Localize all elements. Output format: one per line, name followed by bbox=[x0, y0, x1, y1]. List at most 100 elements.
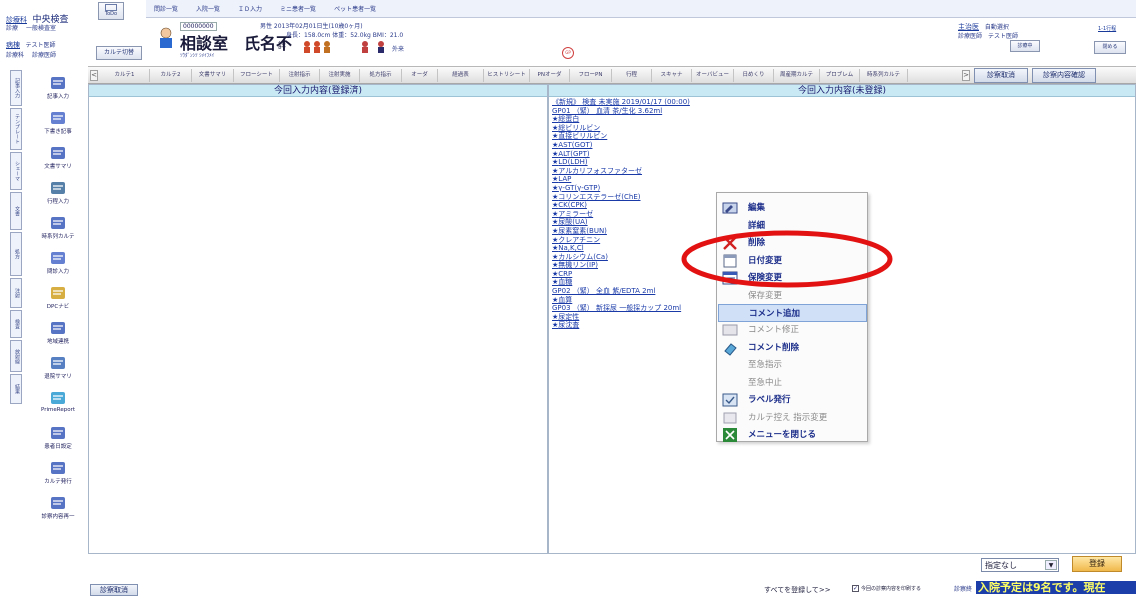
tab-2[interactable]: 文書サマリ bbox=[192, 69, 234, 82]
sidebar-item-12[interactable]: 診察内容再一 bbox=[32, 492, 84, 526]
tab-7[interactable]: オーダ bbox=[402, 69, 438, 82]
chevron-down-icon[interactable]: ▼ bbox=[1045, 560, 1057, 570]
sidebar-item-7[interactable]: 地域連携 bbox=[32, 317, 84, 351]
tab-0[interactable]: カルテ1 bbox=[100, 69, 150, 82]
top-menu-link[interactable]: ＩＤ入力 bbox=[238, 4, 262, 13]
sidebar-vtab-5[interactable]: 注射 bbox=[10, 278, 22, 308]
pencil-icon bbox=[48, 74, 68, 92]
order-item[interactable]: 尿酸(UA) bbox=[552, 218, 727, 227]
context-menu-item-11[interactable]: ラベル発行 bbox=[718, 391, 867, 409]
context-menu-item-0[interactable]: 編集 bbox=[718, 199, 867, 217]
order-item[interactable]: コリンエステラーゼ(ChE) bbox=[552, 193, 727, 202]
order-item[interactable]: γ-GT(γ-GTP) bbox=[552, 184, 727, 193]
sidebar-item-3[interactable]: 行程入力 bbox=[32, 177, 84, 211]
tab-18[interactable]: 時系列カルテ bbox=[860, 69, 908, 82]
order-group-header[interactable]: GP03 （緊） 新採尿 一般採カップ 20ml bbox=[552, 304, 727, 313]
tab-scroll-right-icon[interactable]: > bbox=[962, 70, 970, 81]
tab-5[interactable]: 注射実施 bbox=[320, 69, 360, 82]
sidebar-item-9[interactable]: PrimeReport bbox=[32, 387, 84, 421]
order-item[interactable]: アルカリフォスファターゼ bbox=[552, 167, 727, 176]
sidebar-item-10[interactable]: 患者日設定 bbox=[32, 422, 84, 456]
todo-button[interactable]: ToDo bbox=[98, 2, 124, 20]
draft-icon bbox=[48, 109, 68, 127]
tab-15[interactable]: 日めくり bbox=[734, 69, 774, 82]
register-button[interactable]: 登録 bbox=[1072, 556, 1122, 572]
print-icon bbox=[48, 459, 68, 477]
top-menu-link[interactable]: ペット患者一覧 bbox=[334, 4, 376, 13]
order-item[interactable]: ALT(GPT) bbox=[552, 150, 727, 159]
tab-13[interactable]: スキャナ bbox=[652, 69, 692, 82]
ward-label[interactable]: 病棟 bbox=[6, 41, 20, 49]
dept-sub2: 一般検査室 bbox=[25, 25, 56, 32]
sidebar-vtab-6[interactable]: 検査 bbox=[10, 310, 22, 338]
print-checkbox[interactable]: ✓ bbox=[852, 585, 859, 592]
designation-select[interactable]: 指定なし ▼ bbox=[981, 558, 1059, 572]
sidebar-item-8[interactable]: 退院サマリ bbox=[32, 352, 84, 386]
karte-switch-button[interactable]: カルテ切替 bbox=[96, 46, 142, 60]
tab-scroll-left-icon[interactable]: < bbox=[90, 70, 98, 81]
tab-16[interactable]: 周産期カルテ bbox=[774, 69, 820, 82]
order-item[interactable]: LD(LDH) bbox=[552, 158, 727, 167]
tab-14[interactable]: オーバビュー bbox=[692, 69, 734, 82]
todo-label: ToDo bbox=[104, 11, 118, 17]
tab-11[interactable]: フローPN bbox=[570, 69, 612, 82]
patient-info-line2: 身長：158.0cm 体重：52.0kg BMI：21.0 bbox=[286, 32, 404, 39]
attending-label[interactable]: 主治医 bbox=[958, 23, 979, 31]
mail-icon bbox=[105, 4, 117, 11]
sidebar-item-11[interactable]: カルテ発行 bbox=[32, 457, 84, 491]
cancel-consult-button[interactable]: 診察取消 bbox=[90, 584, 138, 596]
sidebar-vtab-7[interactable]: 放射線 bbox=[10, 340, 22, 372]
sidebar-item-2[interactable]: 文書サマリ bbox=[32, 142, 84, 176]
tab-10[interactable]: PNオーダ bbox=[530, 69, 570, 82]
sidebar-vtab-1[interactable]: テンプレート bbox=[10, 108, 22, 150]
context-menu-item-label: 至急中止 bbox=[748, 377, 783, 388]
sidebar-vtab-4[interactable]: 処方 bbox=[10, 232, 22, 276]
top-menu-link[interactable]: 問診一覧 bbox=[154, 4, 178, 13]
tab-8[interactable]: 経過表 bbox=[438, 69, 484, 82]
context-menu-item-label: メニューを閉じる bbox=[748, 430, 817, 441]
status-icons: 外来 bbox=[360, 40, 404, 54]
order-item[interactable]: LAP bbox=[552, 175, 727, 184]
route-link[interactable]: 1-1行程 bbox=[1098, 25, 1116, 32]
top-menu-link[interactable]: 入院一覧 bbox=[196, 4, 220, 13]
order-item[interactable]: CK(CPK) bbox=[552, 201, 727, 210]
order-item[interactable]: 直接ビリルビン bbox=[552, 132, 727, 141]
print-option[interactable]: ✓ 今回の診察内容を印刷する bbox=[852, 585, 921, 592]
dpc-icon bbox=[48, 284, 68, 302]
order-group-header[interactable]: 《新規》 検査 未実施 2019/01/17 (00:00) bbox=[552, 98, 727, 107]
cancel-consult-tab-button[interactable]: 診察取消 bbox=[974, 68, 1028, 83]
context-menu-item-13[interactable]: メニューを閉じる bbox=[718, 426, 867, 444]
tab-12[interactable]: 行程 bbox=[612, 69, 652, 82]
sidebar-vtab-8[interactable]: 結果 bbox=[10, 374, 22, 404]
sidebar-vtab-0[interactable]: 記事入力 bbox=[10, 70, 22, 106]
order-group-header[interactable]: GP01 （緊） 血清 茶/生化 3.62ml bbox=[552, 107, 727, 116]
sidebar-item-5[interactable]: 問診入力 bbox=[32, 247, 84, 281]
gp-badge-icon[interactable]: GP bbox=[562, 47, 574, 59]
close-patient-button[interactable]: 閉める bbox=[1094, 41, 1126, 54]
tab-6[interactable]: 処方指示 bbox=[360, 69, 402, 82]
tab-3[interactable]: フローシート bbox=[234, 69, 280, 82]
tab-17[interactable]: プロブレム bbox=[820, 69, 860, 82]
in-progress-button[interactable]: 診療中 bbox=[1010, 40, 1040, 52]
sidebar-vtab-3[interactable]: 文書 bbox=[10, 192, 22, 230]
order-item[interactable]: 総ビリルビン bbox=[552, 124, 727, 133]
sidebar-item-0[interactable]: 記事入力 bbox=[32, 72, 84, 106]
review-icon bbox=[48, 494, 68, 512]
sidebar-vtab-2[interactable]: シェーマ bbox=[10, 152, 22, 190]
confirm-consult-tab-button[interactable]: 診察内容確認 bbox=[1032, 68, 1096, 83]
order-item[interactable]: AST(GOT) bbox=[552, 141, 727, 150]
sidebar-item-6[interactable]: DPCナビ bbox=[32, 282, 84, 316]
tab-4[interactable]: 注射指示 bbox=[280, 69, 320, 82]
order-item[interactable]: 尿定性 bbox=[552, 313, 727, 322]
context-menu-item-6[interactable]: コメント追加 bbox=[718, 304, 867, 322]
tab-9[interactable]: ヒストリシート bbox=[484, 69, 530, 82]
sidebar-item-4[interactable]: 時系列カルテ bbox=[32, 212, 84, 246]
top-menu-link[interactable]: ミニ患者一覧 bbox=[280, 4, 316, 13]
order-item[interactable]: 総蛋白 bbox=[552, 115, 727, 124]
order-item[interactable]: 尿沈査 bbox=[552, 321, 727, 330]
order-item[interactable]: 血算 bbox=[552, 296, 727, 305]
tab-1[interactable]: カルテ2 bbox=[150, 69, 192, 82]
sidebar-item-1[interactable]: 下書き記事 bbox=[32, 107, 84, 141]
order-item[interactable]: アミラーゼ bbox=[552, 210, 727, 219]
context-menu-item-8[interactable]: コメント削除 bbox=[718, 339, 867, 357]
